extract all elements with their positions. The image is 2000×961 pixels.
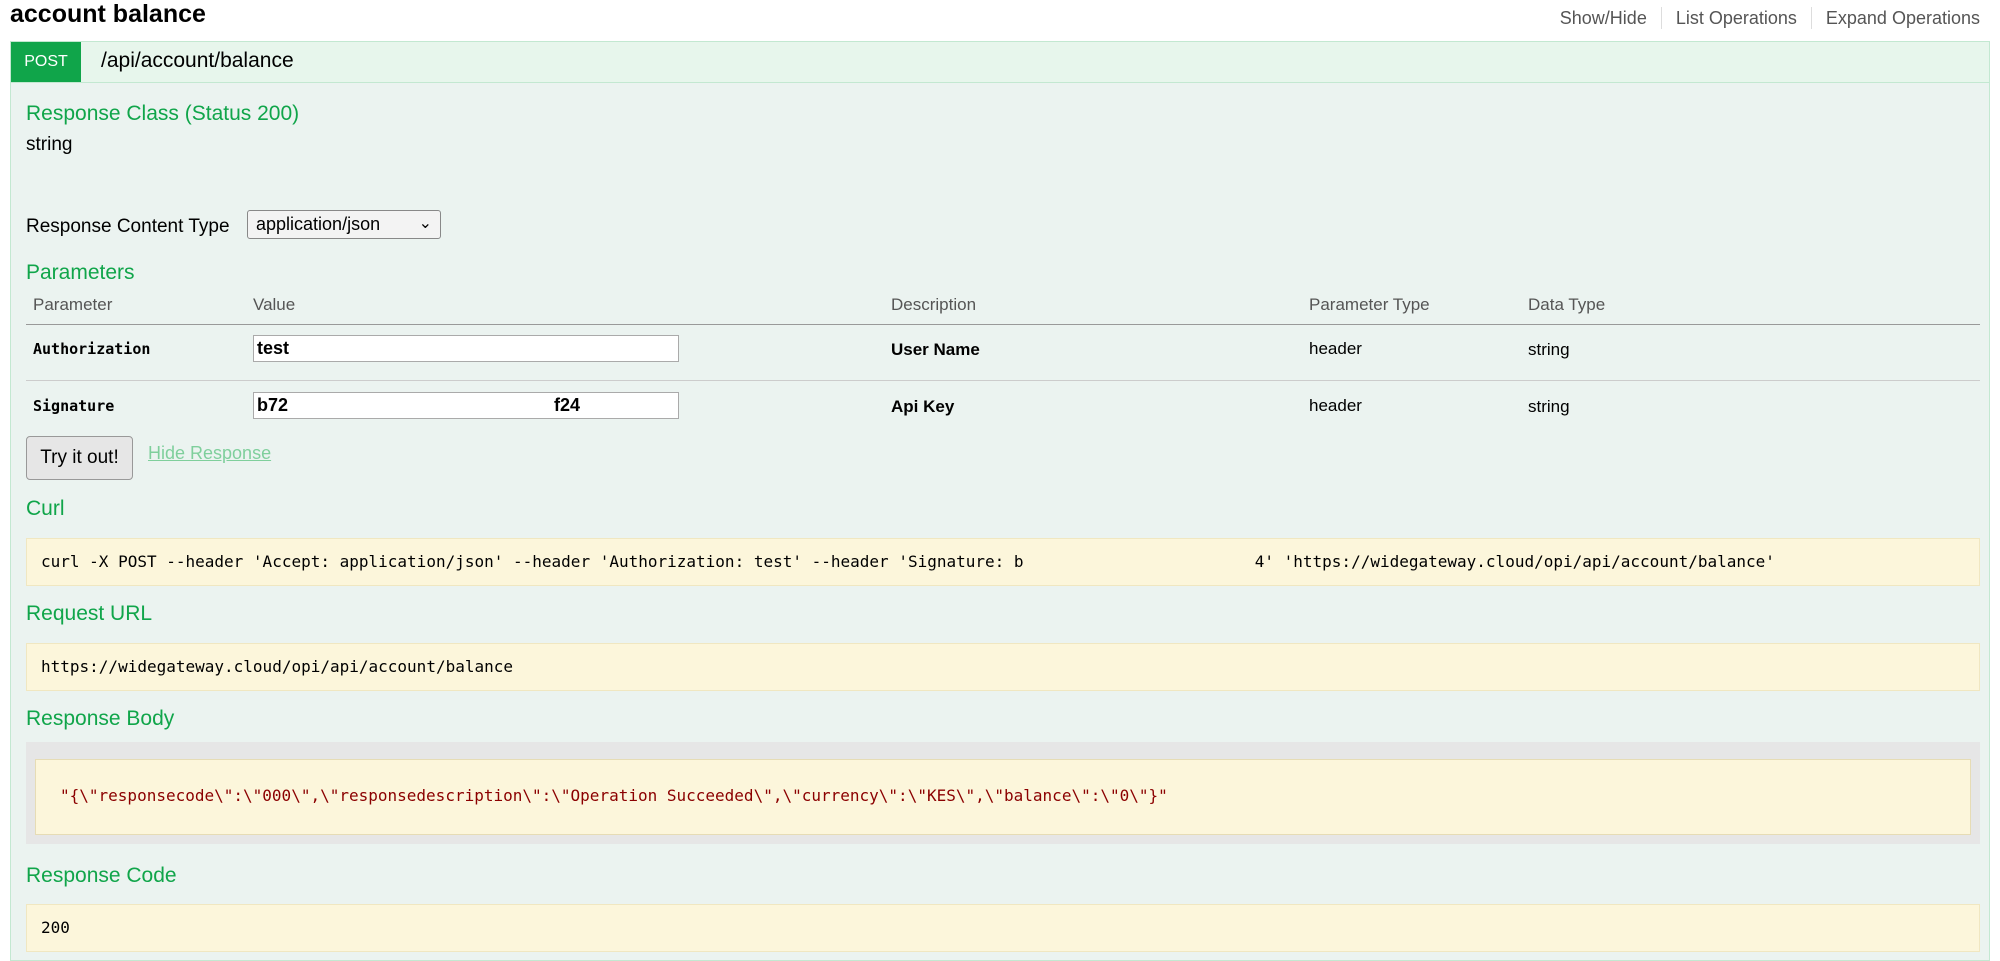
operation-path[interactable]: /api/account/balance — [101, 49, 294, 73]
try-it-out-button[interactable]: Try it out! — [26, 436, 133, 480]
parameter-type: header — [1309, 339, 1362, 358]
list-operations-link[interactable]: List Operations — [1662, 7, 1812, 29]
signature-input[interactable]: b72 f24 — [253, 392, 679, 419]
request-url-heading: Request URL — [26, 602, 153, 625]
signature-value: b72 — [257, 395, 289, 415]
signature-value-tail: f24 — [554, 395, 581, 415]
resource-links: Show/Hide List Operations Expand Operati… — [1546, 7, 1980, 29]
parameter-name: Authorization — [33, 340, 151, 358]
curl-command[interactable]: curl -X POST --header 'Accept: applicati… — [26, 538, 1980, 586]
authorization-value: test — [257, 338, 290, 358]
parameter-description: User Name — [891, 340, 980, 359]
parameters-heading: Parameters — [26, 261, 135, 284]
column-header-value: Value — [253, 295, 296, 314]
response-class-heading: Response Class (Status 200) — [26, 102, 300, 125]
method-badge[interactable]: POST — [11, 42, 81, 82]
curl-heading: Curl — [26, 497, 65, 520]
parameter-description: Api Key — [891, 397, 955, 416]
hide-response-link[interactable]: Hide Response — [148, 443, 271, 464]
column-header-data-type: Data Type — [1528, 295, 1606, 314]
response-code-heading: Response Code — [26, 864, 177, 887]
content-type-value: application/json — [256, 214, 381, 234]
response-body-heading: Response Body — [26, 707, 175, 730]
parameter-row-signature: Signature b72 f24 Api Key header string — [26, 381, 1980, 437]
column-header-parameter: Parameter — [33, 295, 113, 314]
resource-header: account balance Show/Hide List Operation… — [0, 0, 2000, 40]
operation-heading[interactable]: POST /api/account/balance — [11, 42, 1989, 83]
column-header-parameter-type: Parameter Type — [1309, 295, 1430, 314]
authorization-input[interactable]: test — [253, 335, 679, 362]
content-type-label: Response Content Type — [26, 216, 230, 237]
parameter-name: Signature — [33, 397, 115, 415]
chevron-down-icon: ⌄ — [418, 215, 432, 232]
parameter-data-type: string — [1528, 397, 1570, 416]
content-type-select[interactable]: application/json ⌄ — [247, 210, 441, 239]
operation-panel: POST /api/account/balance Response Class… — [10, 41, 1990, 961]
response-code-value[interactable]: 200 — [26, 904, 1980, 952]
parameter-row-authorization: Authorization test User Name header stri… — [26, 324, 1980, 381]
response-body-container: "{\"responsecode\":\"000\",\"responsedes… — [26, 742, 1980, 844]
resource-title[interactable]: account balance — [10, 0, 206, 29]
column-header-description: Description — [891, 295, 977, 314]
parameters-table-header: Parameter Value Description Parameter Ty… — [26, 292, 1980, 325]
response-class-type: string — [26, 134, 73, 155]
parameter-data-type: string — [1528, 340, 1570, 359]
response-body-value[interactable]: "{\"responsecode\":\"000\",\"responsedes… — [35, 759, 1971, 835]
request-url-value[interactable]: https://widegateway.cloud/opi/api/accoun… — [26, 643, 1980, 691]
show-hide-link[interactable]: Show/Hide — [1546, 7, 1662, 29]
parameter-type: header — [1309, 396, 1362, 415]
expand-operations-link[interactable]: Expand Operations — [1812, 7, 1980, 29]
